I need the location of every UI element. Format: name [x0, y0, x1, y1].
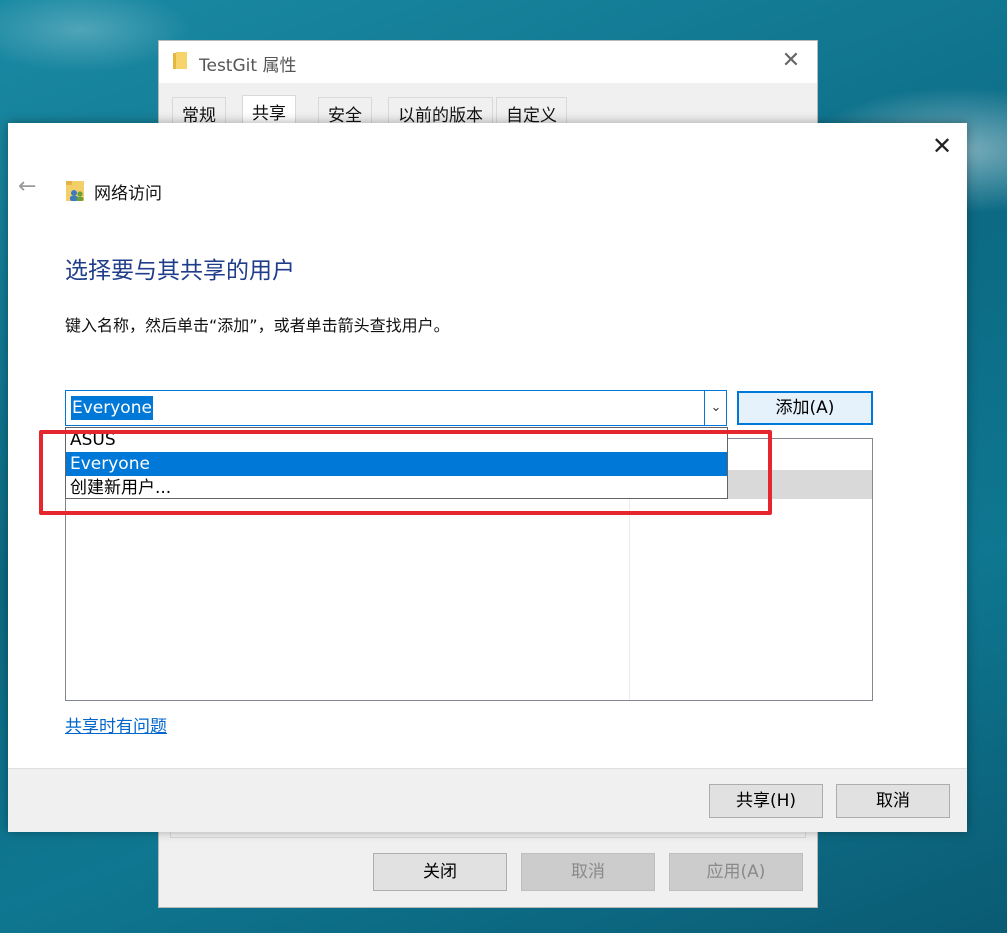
- page-title: 选择要与其共享的用户: [65, 258, 295, 284]
- cancel-button[interactable]: 取消: [836, 784, 950, 818]
- close-icon[interactable]: ✕: [779, 49, 803, 73]
- breadcrumb: 网络访问: [94, 184, 162, 204]
- properties-titlebar: TestGit 属性 ✕: [159, 41, 817, 83]
- combobox-value[interactable]: Everyone: [71, 396, 153, 420]
- sharing-trouble-link[interactable]: 共享时有问题: [65, 712, 167, 737]
- chevron-down-icon[interactable]: ⌄: [704, 391, 727, 425]
- network-share-icon: [66, 181, 84, 201]
- dialog-footer: 共享(H) 取消: [8, 768, 967, 832]
- apply-button[interactable]: 应用(A): [669, 853, 803, 891]
- user-combobox[interactable]: Everyone ⌄: [65, 390, 727, 426]
- folder-icon: [173, 52, 187, 69]
- properties-window-title: TestGit 属性: [199, 56, 297, 76]
- share-button[interactable]: 共享(H): [709, 784, 823, 818]
- cancel-button[interactable]: 取消: [521, 853, 655, 891]
- red-highlight-box: [39, 430, 772, 515]
- add-button[interactable]: 添加(A): [737, 391, 873, 425]
- close-icon[interactable]: ✕: [928, 132, 956, 160]
- back-arrow-icon[interactable]: ←: [18, 175, 42, 199]
- instruction-text: 键入名称，然后单击“添加”，或者单击箭头查找用户。: [65, 316, 450, 335]
- close-button[interactable]: 关闭: [373, 853, 507, 891]
